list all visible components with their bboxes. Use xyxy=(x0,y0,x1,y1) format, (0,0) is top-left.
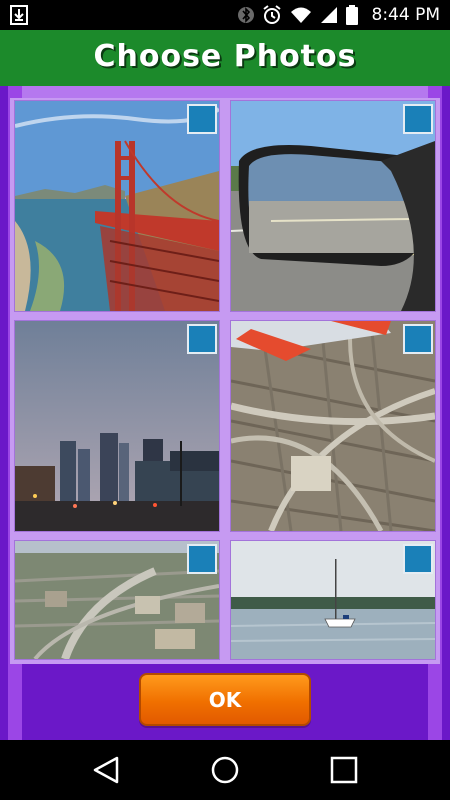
photo-tile-aerial-interchange[interactable] xyxy=(230,320,436,532)
bluetooth-icon xyxy=(238,7,254,23)
home-icon[interactable] xyxy=(208,754,242,786)
wifi-icon xyxy=(291,7,311,23)
battery-icon xyxy=(346,5,358,25)
app-header: Choose Photos xyxy=(0,30,450,86)
photo-tile-car-mirror[interactable] xyxy=(230,100,436,312)
download-icon xyxy=(10,5,28,25)
photo-tile-city-dusk[interactable] xyxy=(14,320,220,532)
select-checkbox[interactable] xyxy=(403,544,433,574)
status-time: 8:44 PM xyxy=(371,5,441,25)
photo-tile-sailboat[interactable] xyxy=(230,540,436,660)
page-title: Choose Photos xyxy=(93,39,357,74)
select-checkbox[interactable] xyxy=(187,544,217,574)
alarm-icon xyxy=(263,5,281,24)
ok-button-label: OK xyxy=(208,688,242,712)
photo-tile-golden-gate-bridge[interactable] xyxy=(14,100,220,312)
photo-picker xyxy=(0,86,450,740)
nav-bar xyxy=(0,740,450,800)
status-bar: 8:44 PM xyxy=(0,0,450,30)
photo-tile-aerial-city[interactable] xyxy=(14,540,220,660)
select-checkbox[interactable] xyxy=(403,104,433,134)
ok-button[interactable]: OK xyxy=(139,673,311,726)
select-checkbox[interactable] xyxy=(403,324,433,354)
recents-icon[interactable] xyxy=(327,754,361,786)
select-checkbox[interactable] xyxy=(187,104,217,134)
signal-icon xyxy=(321,7,337,23)
back-icon[interactable] xyxy=(89,754,123,786)
select-checkbox[interactable] xyxy=(187,324,217,354)
